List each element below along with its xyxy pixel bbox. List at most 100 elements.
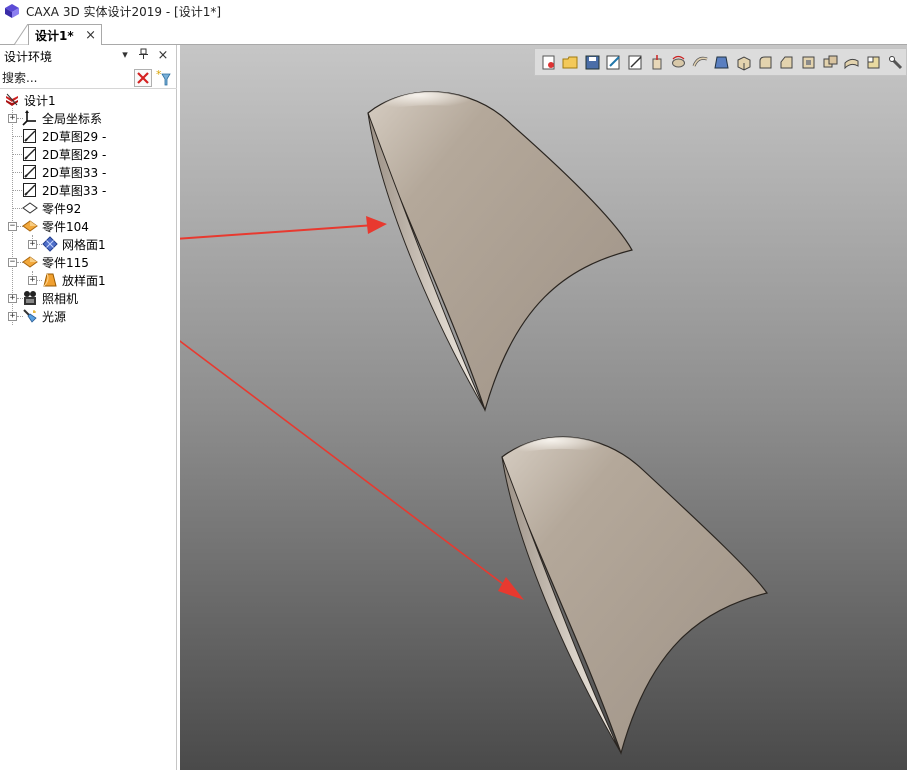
tree-root-design1[interactable]: 设计1 bbox=[4, 91, 56, 109]
tree-item-part115[interactable]: 零件115 bbox=[22, 253, 89, 271]
collapse-toggle[interactable]: − bbox=[8, 258, 17, 267]
open-icon bbox=[562, 56, 578, 68]
filter-button[interactable]: * bbox=[155, 68, 173, 87]
expand-toggle[interactable]: + bbox=[28, 276, 37, 285]
tb-chamfer-button[interactable] bbox=[776, 51, 798, 73]
tb-edit-button[interactable] bbox=[603, 51, 625, 73]
mesh-surface-icon bbox=[42, 236, 58, 252]
part-icon bbox=[22, 220, 38, 232]
tree-item-sketch29-a[interactable]: 2D草图29 - bbox=[22, 127, 106, 145]
collapse-toggle[interactable]: − bbox=[8, 222, 17, 231]
tree-item-loft-surface1[interactable]: 放样面1 bbox=[42, 271, 106, 289]
sketch-icon bbox=[23, 129, 36, 143]
expand-toggle[interactable]: + bbox=[8, 312, 17, 321]
title-bar: CAXA 3D 实体设计2019 - [设计1*] bbox=[0, 0, 907, 22]
red-x-icon bbox=[137, 72, 149, 84]
loft-icon bbox=[714, 56, 730, 68]
tree-item-label: 2D草图33 - bbox=[42, 183, 107, 198]
tree-item-label: 零件92 bbox=[42, 201, 82, 216]
tree-item-label: 零件104 bbox=[42, 219, 89, 234]
window-title: CAXA 3D 实体设计2019 - [设计1*] bbox=[26, 4, 222, 19]
loft-surface-model[interactable] bbox=[501, 436, 768, 756]
loft-surface-icon bbox=[43, 273, 57, 287]
tb-face-button[interactable] bbox=[863, 51, 885, 73]
panel-pin-icon[interactable] bbox=[136, 48, 150, 62]
tb-fillet-button[interactable] bbox=[754, 51, 776, 73]
clear-search-button[interactable] bbox=[134, 69, 152, 87]
part-icon bbox=[22, 256, 38, 268]
panel-dropdown-icon[interactable]: ▾ bbox=[118, 48, 132, 61]
tree-item-part92[interactable]: 零件92 bbox=[22, 199, 81, 217]
tb-sweep-button[interactable] bbox=[689, 51, 711, 73]
panel-close-icon[interactable]: × bbox=[156, 48, 170, 63]
filter-star-icon: * bbox=[156, 68, 171, 86]
tree-item-label: 全局坐标系 bbox=[42, 111, 103, 126]
expand-toggle[interactable]: + bbox=[28, 240, 37, 249]
tree-root-label: 设计1 bbox=[24, 93, 56, 108]
tree-item-label: 光源 bbox=[42, 309, 67, 324]
tree-item-sketch33-a[interactable]: 2D草图33 - bbox=[22, 163, 106, 181]
panel-header: 设计环境 ▾ × bbox=[0, 45, 177, 67]
tree-item-label: 照相机 bbox=[42, 291, 79, 306]
caxa-logo-icon bbox=[5, 4, 19, 18]
tb-sketch-edit-button[interactable] bbox=[625, 51, 647, 73]
tab-design1[interactable]: 设计1* × bbox=[28, 24, 102, 46]
expand-toggle[interactable]: + bbox=[8, 114, 17, 123]
tree-item-label: 零件115 bbox=[42, 255, 89, 270]
tree-item-camera[interactable]: 照相机 bbox=[22, 289, 78, 307]
view-toolbar bbox=[534, 48, 907, 76]
scene-canvas bbox=[180, 91, 768, 756]
sweep-icon bbox=[692, 56, 708, 67]
box-icon bbox=[737, 55, 751, 71]
tb-boolean-button[interactable] bbox=[819, 51, 841, 73]
mesh-surface-model[interactable] bbox=[367, 91, 633, 413]
sketch-icon bbox=[23, 165, 36, 179]
coordinate-system-icon bbox=[22, 110, 36, 126]
sketch-icon bbox=[23, 147, 36, 161]
panel-title: 设计环境 bbox=[4, 49, 53, 64]
3d-viewport[interactable] bbox=[180, 45, 907, 770]
search-row: * bbox=[0, 67, 177, 89]
sketch-edit-icon bbox=[628, 55, 642, 69]
sketch-icon bbox=[23, 183, 36, 197]
tree-item-label: 2D草图29 - bbox=[42, 129, 107, 144]
annotation-arrow-mesh bbox=[180, 216, 387, 240]
save-icon bbox=[585, 55, 600, 69]
face-icon bbox=[867, 56, 880, 68]
tb-measure-button[interactable] bbox=[884, 51, 906, 73]
tb-open-button[interactable] bbox=[560, 51, 582, 73]
tree-item-label: 放样面1 bbox=[62, 273, 106, 288]
expand-toggle[interactable]: + bbox=[8, 294, 17, 303]
tree-item-mesh-surface1[interactable]: 网格面1 bbox=[42, 235, 106, 253]
tab-label: 设计1* bbox=[35, 29, 74, 43]
new-icon bbox=[542, 55, 555, 69]
tb-shell-button[interactable] bbox=[798, 51, 820, 73]
extrude-icon bbox=[652, 54, 662, 69]
tree-item-label: 2D草图33 - bbox=[42, 165, 107, 180]
camera-icon bbox=[24, 291, 36, 305]
tree-item-light[interactable]: 光源 bbox=[22, 307, 66, 325]
part-outline-icon bbox=[22, 202, 38, 214]
tb-new-button[interactable] bbox=[538, 51, 560, 73]
chamfer-icon bbox=[780, 56, 793, 68]
tree-item-global-coords[interactable]: 全局坐标系 bbox=[22, 109, 102, 127]
tb-revolve-button[interactable] bbox=[668, 51, 690, 73]
tree-item-sketch33-b[interactable]: 2D草图33 - bbox=[22, 181, 106, 199]
light-icon bbox=[23, 309, 37, 323]
fillet-icon bbox=[759, 56, 772, 68]
tab-close-icon[interactable]: × bbox=[85, 28, 96, 43]
tb-box-button[interactable] bbox=[733, 51, 755, 73]
search-input[interactable] bbox=[0, 70, 128, 85]
design-root-icon bbox=[6, 93, 18, 106]
tree-item-sketch29-b[interactable]: 2D草图29 - bbox=[22, 145, 106, 163]
tree-item-label: 网格面1 bbox=[62, 237, 106, 252]
shell-icon bbox=[802, 56, 815, 68]
tb-loft-button[interactable] bbox=[711, 51, 733, 73]
edit-icon bbox=[606, 55, 620, 69]
tb-surface-button[interactable] bbox=[841, 51, 863, 73]
tb-save-button[interactable] bbox=[581, 51, 603, 73]
tree-item-part104[interactable]: 零件104 bbox=[22, 217, 89, 235]
svg-text:*: * bbox=[156, 69, 162, 81]
tree-item-label: 2D草图29 - bbox=[42, 147, 107, 162]
tb-extrude-button[interactable] bbox=[646, 51, 668, 73]
